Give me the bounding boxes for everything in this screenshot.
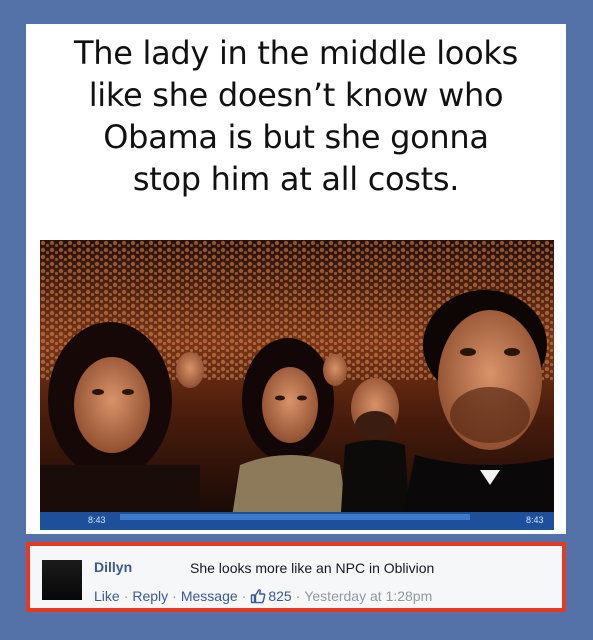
separator-dot: · bbox=[241, 588, 247, 604]
photo-timestamp: 8:43 bbox=[526, 515, 544, 525]
avatar[interactable] bbox=[42, 560, 82, 600]
separator-dot: · bbox=[123, 588, 129, 604]
message-link[interactable]: Message bbox=[181, 588, 238, 604]
comment-author[interactable]: Dillyn bbox=[94, 559, 132, 575]
comment-highlight-box: Dillyn She looks more like an NPC in Obl… bbox=[26, 542, 566, 612]
post-card: The lady in the middle looks like she do… bbox=[26, 24, 566, 534]
like-count-value: 825 bbox=[268, 588, 292, 604]
separator-dot: · bbox=[295, 588, 301, 604]
post-photo[interactable]: 8:43 8:43 bbox=[40, 240, 554, 530]
comment-actions: Like · Reply · Message · 825 · Yesterday at 1:28… bbox=[94, 588, 432, 604]
reply-link[interactable]: Reply bbox=[132, 588, 168, 604]
like-link[interactable]: Like bbox=[94, 588, 120, 604]
caption-line: Obama is but she gonna bbox=[103, 118, 489, 156]
caption-line: stop him at all costs. bbox=[132, 160, 460, 198]
separator-dot: · bbox=[172, 588, 177, 604]
crowd-photo-illustration bbox=[40, 240, 554, 530]
thumbs-up-icon bbox=[251, 589, 266, 604]
caption-line: The lady in the middle looks bbox=[74, 34, 518, 72]
post-caption: The lady in the middle looks like she do… bbox=[26, 32, 566, 200]
photo-timestamp: 8:43 bbox=[88, 515, 106, 525]
comment-text: She looks more like an NPC in Oblivion bbox=[190, 560, 435, 576]
like-count[interactable]: 825 bbox=[250, 588, 292, 604]
caption-line: like she doesn’t know who bbox=[88, 76, 504, 114]
comment-timestamp[interactable]: Yesterday at 1:28pm bbox=[304, 588, 432, 604]
